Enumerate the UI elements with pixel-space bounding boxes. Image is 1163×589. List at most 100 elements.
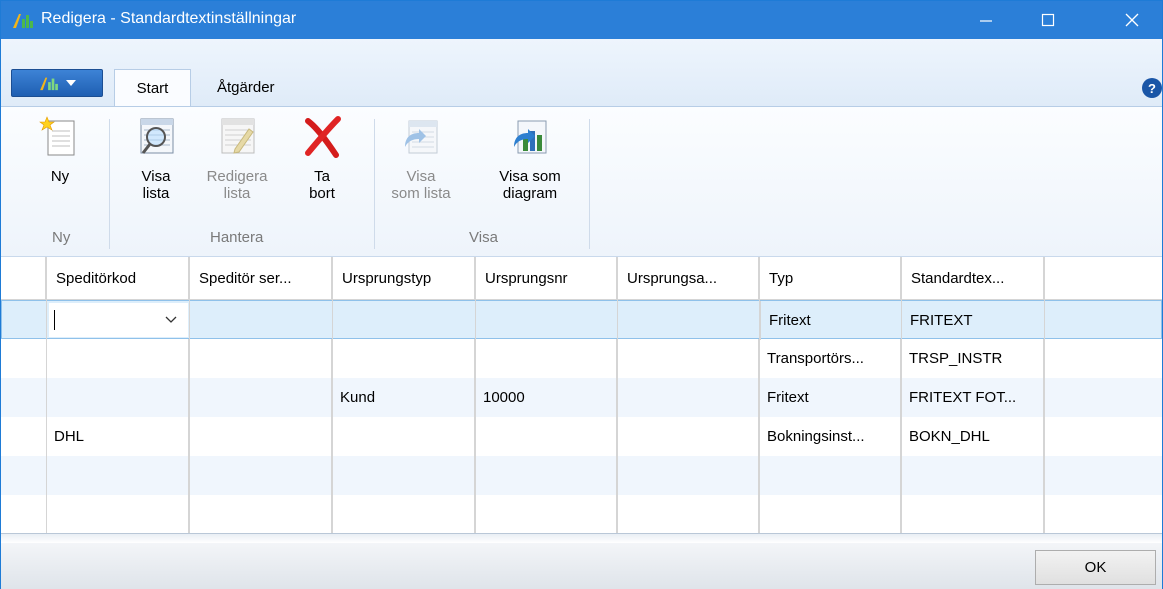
show-list-button[interactable]: Visa lista	[126, 115, 186, 202]
grid-cell[interactable]	[617, 417, 759, 456]
grid-cell[interactable]	[617, 456, 759, 495]
column-header-origin-address[interactable]: Ursprungsa...	[617, 257, 759, 300]
view-as-chart-button[interactable]: Visa som diagram	[485, 115, 575, 202]
view-chart-icon	[514, 120, 547, 154]
chevron-down-icon[interactable]	[164, 312, 178, 326]
grid-cell[interactable]: Bokningsinst...	[759, 417, 901, 456]
grid-line	[1044, 257, 1045, 533]
grid-line	[901, 257, 902, 533]
delete-button[interactable]: Ta bort	[297, 115, 347, 202]
edit-list-icon	[221, 118, 255, 154]
grid-cell[interactable]: TRSP_INSTR	[901, 339, 1044, 378]
view-list-label-1: Visa	[406, 168, 436, 185]
grid-cell[interactable]: FRITEXT FOT...	[901, 378, 1044, 417]
grid-line	[46, 257, 47, 533]
group-label-new: Ny	[52, 229, 71, 246]
grid-cell[interactable]	[189, 456, 332, 495]
close-button[interactable]	[1109, 1, 1155, 39]
ribbon: Ny Ny Visa lista Redigera lista Ta bort …	[1, 107, 1162, 257]
column-header-origin-type[interactable]: Ursprungstyp	[332, 257, 475, 300]
grid-line	[475, 257, 476, 533]
window-title: Redigera - Standardtextinställningar	[41, 10, 297, 27]
grid-cell[interactable]: Fritext	[760, 301, 902, 340]
title-bar: Redigera - Standardtextinställningar	[1, 1, 1162, 39]
grid-cell[interactable]	[475, 495, 617, 534]
delete-label-2: bort	[309, 185, 335, 202]
grid-cell[interactable]	[189, 339, 332, 378]
grid-cell[interactable]	[475, 417, 617, 456]
edit-list-label-1: Redigera	[206, 168, 268, 185]
grid-cell[interactable]	[617, 495, 759, 534]
grid-cell[interactable]	[475, 339, 617, 378]
grid-cell[interactable]	[332, 417, 475, 456]
edit-list-button[interactable]: Redigera lista	[197, 115, 277, 202]
tab-start[interactable]: Start	[114, 69, 191, 106]
grid-cell[interactable]	[189, 495, 332, 534]
grid-cell[interactable]	[617, 339, 759, 378]
column-header-standard-text[interactable]: Standardtex...	[901, 257, 1044, 300]
grid-line	[617, 257, 618, 533]
grid-cell[interactable]	[332, 456, 475, 495]
grid-cell[interactable]: BOKN_DHL	[901, 417, 1044, 456]
table-row[interactable]	[1, 495, 1162, 534]
grid-cell[interactable]: DHL	[46, 417, 189, 456]
new-button-label: Ny	[50, 168, 70, 185]
grid-line	[759, 257, 760, 533]
grid-cell[interactable]	[759, 456, 901, 495]
grid-cell[interactable]: Fritext	[759, 378, 901, 417]
column-header-carrier-code[interactable]: Speditörkod	[46, 257, 189, 300]
grid-cell[interactable]	[46, 339, 189, 378]
ok-button[interactable]: OK	[1035, 550, 1156, 585]
close-icon	[1125, 13, 1139, 27]
ribbon-separator	[109, 119, 110, 249]
grid-cell[interactable]: Transportörs...	[759, 339, 901, 378]
maximize-button[interactable]	[1025, 1, 1071, 39]
carrier-code-combobox[interactable]	[49, 303, 188, 337]
application-menu-button[interactable]	[11, 69, 103, 97]
delete-label-1: Ta	[314, 168, 330, 185]
view-chart-label-2: diagram	[502, 185, 558, 202]
grid-line	[189, 257, 190, 533]
grid-cell[interactable]	[189, 417, 332, 456]
grid-cell[interactable]	[46, 456, 189, 495]
grid-cell[interactable]	[46, 495, 189, 534]
column-header-carrier-service[interactable]: Speditör ser...	[189, 257, 332, 300]
table-row[interactable]: Transportörs... TRSP_INSTR	[1, 339, 1162, 378]
app-logo-icon	[13, 14, 33, 28]
help-button[interactable]: ?	[1142, 78, 1162, 98]
ribbon-separator	[589, 119, 590, 249]
grid-cell[interactable]: FRITEXT	[902, 301, 1045, 340]
table-row[interactable]: DHL Bokningsinst... BOKN_DHL	[1, 417, 1162, 456]
view-chart-label-1: Visa som	[499, 168, 561, 185]
data-grid: Speditörkod Speditör ser... Ursprungstyp…	[1, 257, 1162, 534]
new-document-icon	[39, 116, 75, 156]
table-row[interactable]: Kund 10000 Fritext FRITEXT FOT...	[1, 378, 1162, 417]
grid-cell[interactable]	[46, 378, 189, 417]
table-row[interactable]	[1, 456, 1162, 495]
group-label-view: Visa	[469, 229, 498, 246]
minimize-button[interactable]	[963, 1, 1009, 39]
table-row[interactable]: Fritext FRITEXT	[1, 300, 1162, 340]
column-header-type[interactable]: Typ	[759, 257, 901, 300]
list-search-icon	[140, 118, 174, 154]
dropdown-arrow-icon	[66, 80, 76, 86]
grid-cell[interactable]: 10000	[475, 378, 617, 417]
column-header-origin-no[interactable]: Ursprungsnr	[475, 257, 617, 300]
grid-cell[interactable]	[475, 456, 617, 495]
view-as-list-button[interactable]: Visa som lista	[381, 115, 461, 202]
grid-cell[interactable]	[901, 495, 1044, 534]
edit-list-label-2: lista	[223, 185, 251, 202]
ribbon-separator	[374, 119, 375, 249]
grid-cell[interactable]	[617, 378, 759, 417]
grid-cell[interactable]	[759, 495, 901, 534]
show-list-label-1: Visa	[141, 168, 171, 185]
new-button[interactable]: Ny	[35, 115, 85, 185]
ribbon-tab-row: Start Åtgärder ?	[1, 39, 1162, 107]
grid-cell[interactable]	[332, 339, 475, 378]
tab-actions[interactable]: Åtgärder	[203, 69, 289, 106]
pane-splitter[interactable]	[1, 533, 1162, 543]
grid-cell[interactable]	[189, 378, 332, 417]
grid-cell[interactable]	[901, 456, 1044, 495]
grid-cell[interactable]	[332, 495, 475, 534]
grid-cell[interactable]: Kund	[332, 378, 475, 417]
